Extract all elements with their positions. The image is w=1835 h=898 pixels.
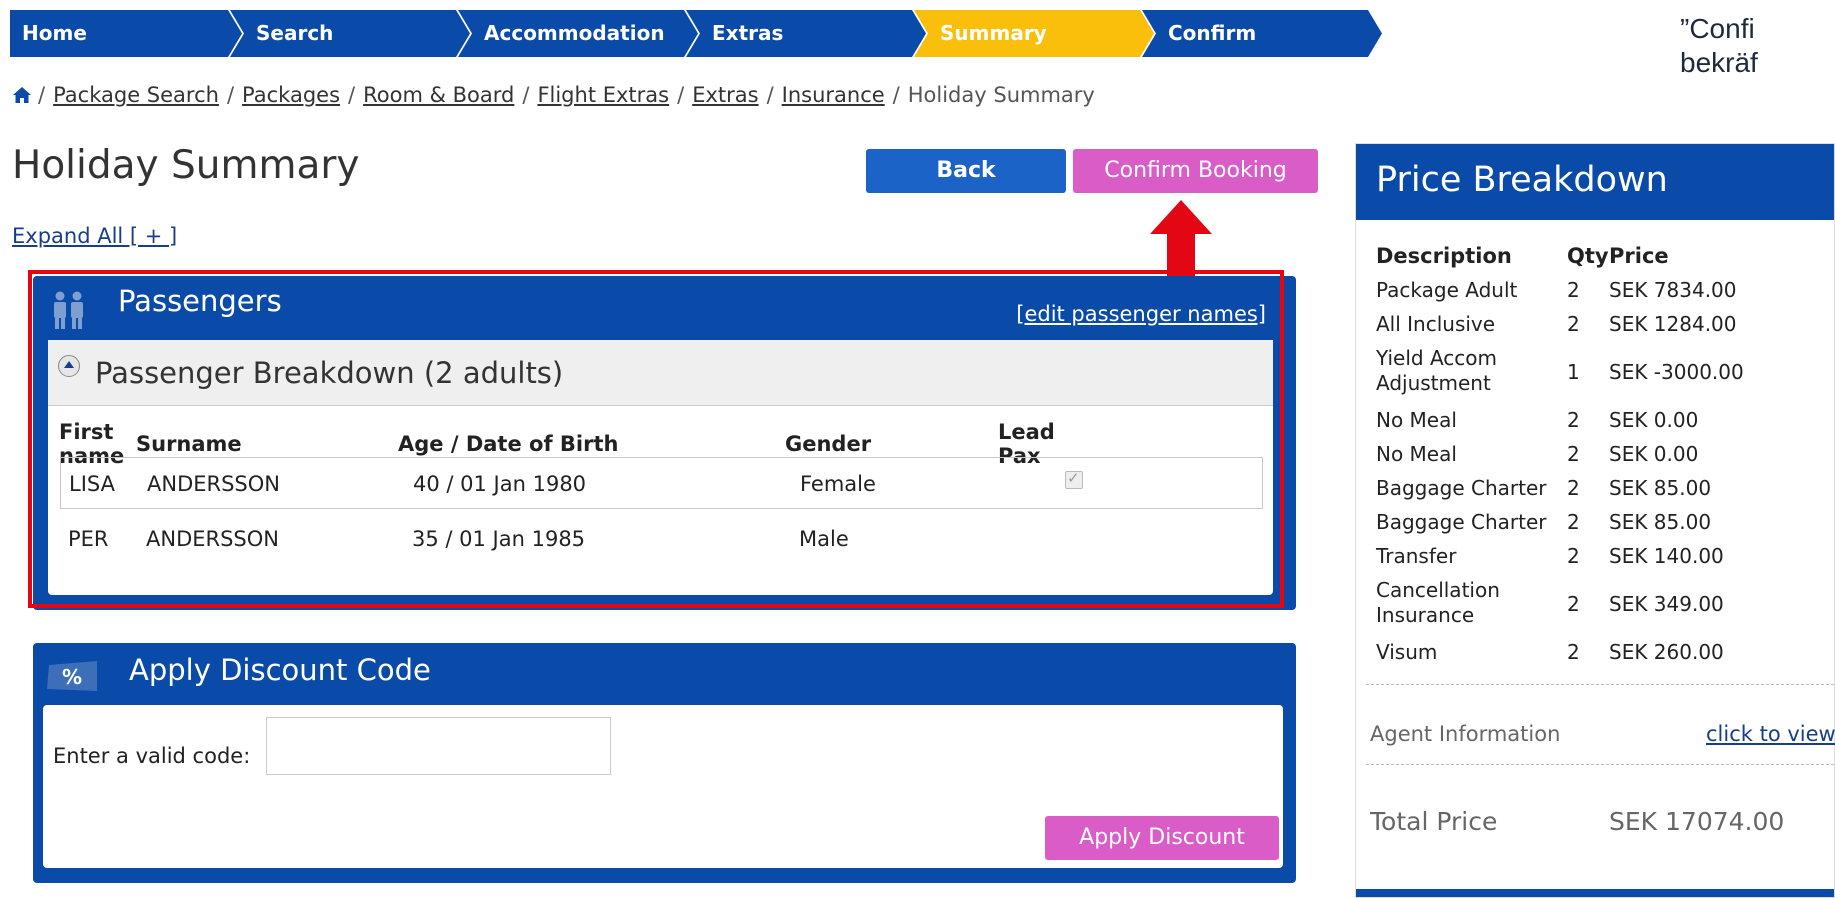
annotation-arrow-icon bbox=[1150, 200, 1212, 280]
discount-code-label: Enter a valid code: bbox=[53, 744, 251, 768]
price-breakdown-panel: Price Breakdown Description Qty Price Pa… bbox=[1355, 143, 1835, 898]
svg-text:%: % bbox=[62, 665, 82, 689]
breadcrumb-package-search[interactable]: Package Search bbox=[53, 83, 219, 107]
breadcrumb-insurance[interactable]: Insurance bbox=[782, 83, 885, 107]
apply-discount-button[interactable]: Apply Discount bbox=[1045, 816, 1279, 860]
confirm-booking-button[interactable]: Confirm Booking bbox=[1073, 149, 1318, 193]
breadcrumb-flight-extras[interactable]: Flight Extras bbox=[537, 83, 669, 107]
discount-header: % Apply Discount Code bbox=[33, 643, 1296, 703]
total-price-label: Total Price bbox=[1370, 807, 1498, 836]
col-qty: Qty bbox=[1567, 244, 1609, 268]
breadcrumb-packages[interactable]: Packages bbox=[242, 83, 340, 107]
divider bbox=[1366, 684, 1834, 685]
breadcrumb-extras[interactable]: Extras bbox=[692, 83, 758, 107]
total-price-value: SEK 17074.00 bbox=[1609, 807, 1785, 836]
price-breakdown-title: Price Breakdown bbox=[1376, 160, 1668, 200]
price-breakdown-footer bbox=[1356, 889, 1834, 897]
step-search[interactable]: Search bbox=[230, 10, 470, 57]
expand-all-link[interactable]: Expand All [ + ] bbox=[12, 224, 177, 248]
page-title: Holiday Summary bbox=[12, 143, 360, 188]
step-accommodation[interactable]: Accommodation bbox=[458, 10, 698, 57]
step-home[interactable]: Home bbox=[10, 10, 242, 57]
step-summary: Summary bbox=[914, 10, 1154, 57]
price-breakdown-header: Price Breakdown bbox=[1356, 144, 1834, 220]
annotation-callout: ”Confi bekräf bbox=[1680, 13, 1758, 78]
breadcrumb-room-board[interactable]: Room & Board bbox=[363, 83, 514, 107]
home-icon[interactable] bbox=[12, 85, 32, 105]
step-extras[interactable]: Extras bbox=[686, 10, 926, 57]
col-price: Price bbox=[1609, 244, 1669, 268]
discount-code-input[interactable] bbox=[266, 717, 611, 775]
agent-information-label: Agent Information bbox=[1370, 722, 1561, 746]
discount-title: Apply Discount Code bbox=[129, 653, 431, 687]
back-button[interactable]: Back bbox=[866, 149, 1066, 193]
booking-steps: Home Search Accommodation Extras Summary… bbox=[10, 10, 1615, 57]
percent-tag-icon: % bbox=[47, 661, 97, 691]
col-description: Description bbox=[1376, 244, 1512, 268]
agent-info-view-link[interactable]: click to view bbox=[1706, 722, 1835, 746]
divider bbox=[1366, 764, 1834, 765]
breadcrumb: / Package Search / Packages / Room & Board… bbox=[12, 80, 1095, 110]
step-confirm: Confirm bbox=[1142, 10, 1382, 57]
highlight-frame bbox=[28, 270, 1284, 608]
breadcrumb-current: Holiday Summary bbox=[907, 83, 1095, 107]
